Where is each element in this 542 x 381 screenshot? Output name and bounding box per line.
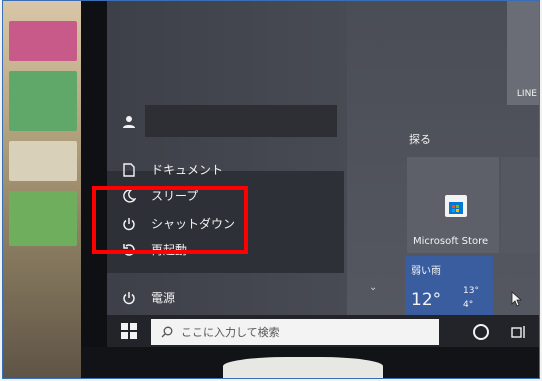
cortana-icon[interactable] — [473, 324, 489, 340]
chevron-down-icon[interactable]: ⌄ — [369, 282, 377, 293]
power-label: 電源 — [151, 291, 176, 305]
screen: ドキュメント スリープ シャットダウン 再起動 電源 LINE 探る Micro… — [107, 1, 539, 347]
microsoft-store-tile[interactable]: Microsoft Store — [407, 157, 499, 253]
store-icon — [445, 195, 467, 217]
weather-low: 4° — [463, 300, 474, 310]
start-item-power[interactable]: 電源 — [107, 289, 175, 306]
search-icon — [161, 323, 173, 342]
mouse-cursor-icon — [511, 291, 523, 311]
line-tile[interactable]: LINE — [507, 1, 539, 105]
windows-start-icon[interactable] — [121, 323, 137, 343]
documents-label: ドキュメント — [151, 163, 224, 177]
shelf-item — [9, 141, 77, 181]
line-label: LINE — [516, 89, 537, 99]
weather-tile[interactable]: 弱い雨 12° 13° 4° — [405, 256, 493, 316]
monitor-stand — [223, 357, 383, 378]
tile-placeholder[interactable] — [501, 157, 539, 253]
explore-header: 探る — [409, 133, 431, 146]
weather-temp: 12° — [411, 290, 442, 310]
user-name-redacted — [145, 105, 337, 137]
store-label: Microsoft Store — [413, 236, 489, 247]
user-icon — [121, 114, 137, 130]
weather-high: 13° — [463, 286, 479, 296]
taskbar-search[interactable]: ここに入力して検索 — [151, 319, 439, 345]
photo-frame: ドキュメント スリープ シャットダウン 再起動 電源 LINE 探る Micro… — [2, 0, 540, 379]
highlight-annotation-box — [92, 186, 248, 254]
document-icon — [121, 162, 137, 178]
background-photo — [3, 1, 89, 378]
start-item-documents[interactable]: ドキュメント — [107, 161, 223, 178]
search-placeholder: ここに入力して検索 — [181, 326, 280, 339]
shelf-item — [9, 71, 77, 131]
shelf-item — [9, 21, 77, 61]
shelf-item — [9, 191, 77, 246]
power-icon — [121, 290, 137, 306]
task-view-icon[interactable] — [511, 324, 527, 343]
weather-condition: 弱い雨 — [411, 266, 441, 277]
taskbar: ここに入力して検索 — [107, 315, 539, 347]
